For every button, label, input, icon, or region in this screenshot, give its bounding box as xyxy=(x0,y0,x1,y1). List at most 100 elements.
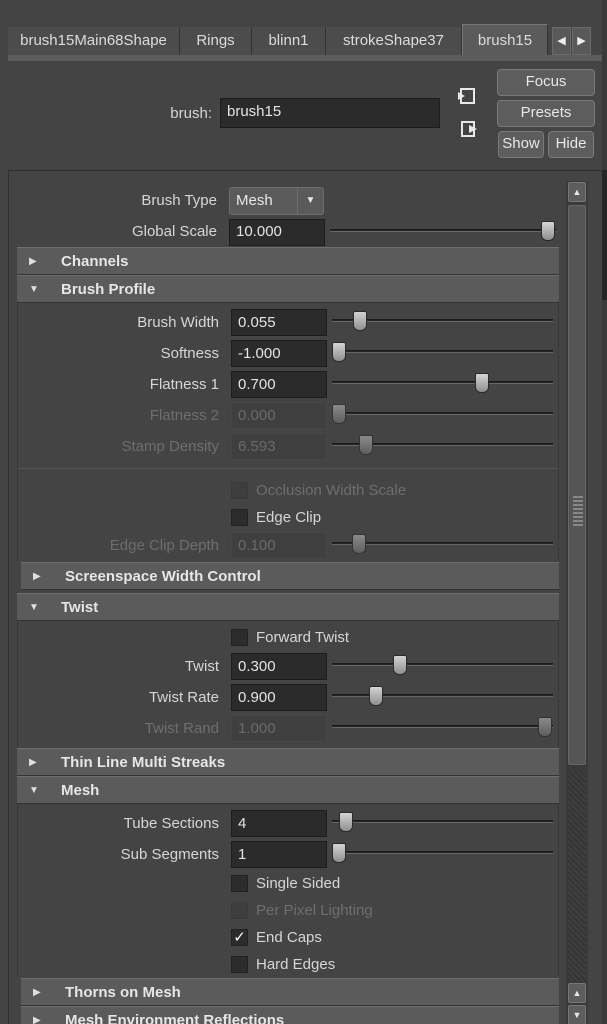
tab-brush15[interactable]: brush15 xyxy=(462,24,548,55)
forward-twist-checkbox[interactable] xyxy=(231,629,248,646)
brush-profile-frame-title: Brush Profile xyxy=(61,281,156,298)
twist-rand-slider-thumb xyxy=(538,717,552,737)
hard-edges-checkbox[interactable] xyxy=(231,956,248,973)
brush-type-value: Mesh xyxy=(236,192,273,209)
scrollbar-thumb[interactable] xyxy=(568,205,586,765)
thin-line-frame-header[interactable]: ▶ Thin Line Multi Streaks xyxy=(17,748,559,776)
mesh-env-reflections-frame-header[interactable]: ▶ Mesh Environment Reflections xyxy=(21,1006,559,1024)
tab-strokeshape37[interactable]: strokeShape37 xyxy=(326,27,462,55)
edge-clip-checkbox[interactable] xyxy=(231,509,248,526)
tube-sections-slider-track[interactable] xyxy=(332,820,553,823)
brush-width-slider-thumb[interactable] xyxy=(353,311,367,331)
occlusion-width-scale-checkbox xyxy=(231,482,248,499)
triangle-down-icon: ▼ xyxy=(29,284,39,295)
sub-segments-slider-track[interactable] xyxy=(332,851,553,854)
mesh-env-reflections-frame-title: Mesh Environment Reflections xyxy=(65,1012,285,1024)
sub-segments-slider-thumb[interactable] xyxy=(332,843,346,863)
triangle-down-icon: ▼ xyxy=(29,602,39,613)
flatness-2-slider-thumb xyxy=(332,404,346,424)
twist-label: Twist xyxy=(184,658,219,675)
global-scale-slider-thumb[interactable] xyxy=(541,221,555,241)
twist-frame-title: Twist xyxy=(61,599,99,616)
hide-button[interactable]: Hide xyxy=(548,131,594,158)
brush-width-label: Brush Width xyxy=(137,314,219,331)
twist-rate-slider-track[interactable] xyxy=(332,694,553,697)
softness-slider-thumb[interactable] xyxy=(332,342,346,362)
global-scale-field[interactable]: 10.000 xyxy=(229,219,325,246)
sub-segments-field[interactable]: 1 xyxy=(231,841,327,868)
mesh-frame-title: Mesh xyxy=(61,782,100,799)
tab-bar: brush15Main68Shape Rings blinn1 strokeSh… xyxy=(0,0,607,60)
twist-frame-header[interactable]: ▼ Twist xyxy=(17,593,559,621)
edge-clip-label: Edge Clip xyxy=(256,509,322,526)
tube-sections-field[interactable]: 4 xyxy=(231,810,327,837)
occlusion-width-scale-label: Occlusion Width Scale xyxy=(256,482,407,499)
twist-rand-label: Twist Rand xyxy=(144,720,219,737)
twist-slider-thumb[interactable] xyxy=(393,655,407,675)
flatness-1-slider-track[interactable] xyxy=(332,381,553,384)
window-edge-dark xyxy=(602,170,607,300)
scroll-down-icon[interactable]: ▼ xyxy=(568,1005,586,1024)
flatness-1-label: Flatness 1 xyxy=(149,376,219,393)
scroll-up-icon[interactable]: ▲ xyxy=(568,182,586,202)
tab-blinn1[interactable]: blinn1 xyxy=(252,27,326,55)
edge-clip-depth-slider-thumb xyxy=(352,534,366,554)
mesh-frame-header[interactable]: ▼ Mesh xyxy=(17,776,559,804)
triangle-right-icon: ▶ xyxy=(29,757,37,768)
edge-clip-depth-field: 0.100 xyxy=(231,532,327,559)
presets-button[interactable]: Presets xyxy=(497,100,595,127)
triangle-right-icon[interactable]: ▶ xyxy=(572,27,591,55)
brush-width-field[interactable]: 0.055 xyxy=(231,309,327,336)
single-sided-label: Single Sided xyxy=(256,875,341,892)
brush-type-label: Brush Type xyxy=(141,192,217,209)
twist-rand-slider-track xyxy=(332,725,553,728)
tube-sections-label: Tube Sections xyxy=(123,815,219,832)
channels-frame-header[interactable]: ▶ Channels xyxy=(17,247,559,275)
triangle-right-icon: ▶ xyxy=(33,571,41,582)
flatness-2-slider-track xyxy=(332,412,553,415)
stamp-density-slider-thumb xyxy=(359,435,373,455)
twist-rate-slider-thumb[interactable] xyxy=(369,686,383,706)
screenspace-width-frame-header[interactable]: ▶ Screenspace Width Control xyxy=(21,562,559,590)
softness-slider-track[interactable] xyxy=(332,350,553,353)
flatness-1-field[interactable]: 0.700 xyxy=(231,371,327,398)
node-name-field[interactable]: brush15 xyxy=(220,98,440,128)
per-pixel-lighting-checkbox xyxy=(231,902,248,919)
brush-type-dropdown[interactable]: Mesh ▼ xyxy=(229,187,324,215)
forward-twist-label: Forward Twist xyxy=(256,629,350,646)
hard-edges-label: Hard Edges xyxy=(256,956,336,973)
window-edge xyxy=(602,0,607,1024)
single-sided-checkbox[interactable] xyxy=(231,875,248,892)
tube-sections-slider-thumb[interactable] xyxy=(339,812,353,832)
twist-rate-field[interactable]: 0.900 xyxy=(231,684,327,711)
scrollbar-track[interactable] xyxy=(568,771,586,981)
node-name-label: brush: xyxy=(170,105,212,122)
tab-brush15main68shape[interactable]: brush15Main68Shape xyxy=(8,27,180,55)
twist-rand-field: 1.000 xyxy=(231,715,327,742)
chevron-down-icon: ▼ xyxy=(297,188,323,214)
flatness-1-slider-thumb[interactable] xyxy=(475,373,489,393)
scroll-up-small-icon[interactable]: ▲ xyxy=(568,983,586,1003)
softness-field[interactable]: -1.000 xyxy=(231,340,327,367)
show-button[interactable]: Show xyxy=(498,131,544,158)
triangle-down-icon: ▼ xyxy=(29,785,39,796)
global-scale-slider-track[interactable] xyxy=(330,229,556,232)
go-to-output-icon[interactable] xyxy=(459,119,481,139)
channels-frame-title: Channels xyxy=(61,253,129,270)
triangle-left-icon[interactable]: ◀ xyxy=(552,27,571,55)
thorns-on-mesh-frame-title: Thorns on Mesh xyxy=(65,984,181,1001)
load-attributes-icon[interactable] xyxy=(455,86,477,106)
focus-button[interactable]: Focus xyxy=(497,69,595,96)
twist-slider-track[interactable] xyxy=(332,663,553,666)
end-caps-checkbox[interactable]: ✓ xyxy=(231,929,248,946)
tab-rings[interactable]: Rings xyxy=(180,27,252,55)
brush-profile-frame-header[interactable]: ▼ Brush Profile xyxy=(17,275,559,303)
grip-icon xyxy=(573,496,583,526)
per-pixel-lighting-label: Per Pixel Lighting xyxy=(256,902,373,919)
stamp-density-field: 6.593 xyxy=(231,433,327,460)
edge-clip-depth-label: Edge Clip Depth xyxy=(109,537,219,554)
thorns-on-mesh-frame-header[interactable]: ▶ Thorns on Mesh xyxy=(21,978,559,1006)
twist-field[interactable]: 0.300 xyxy=(231,653,327,680)
vertical-scrollbar[interactable]: ▲ ▲ ▼ xyxy=(566,181,588,1024)
softness-label: Softness xyxy=(160,345,219,362)
